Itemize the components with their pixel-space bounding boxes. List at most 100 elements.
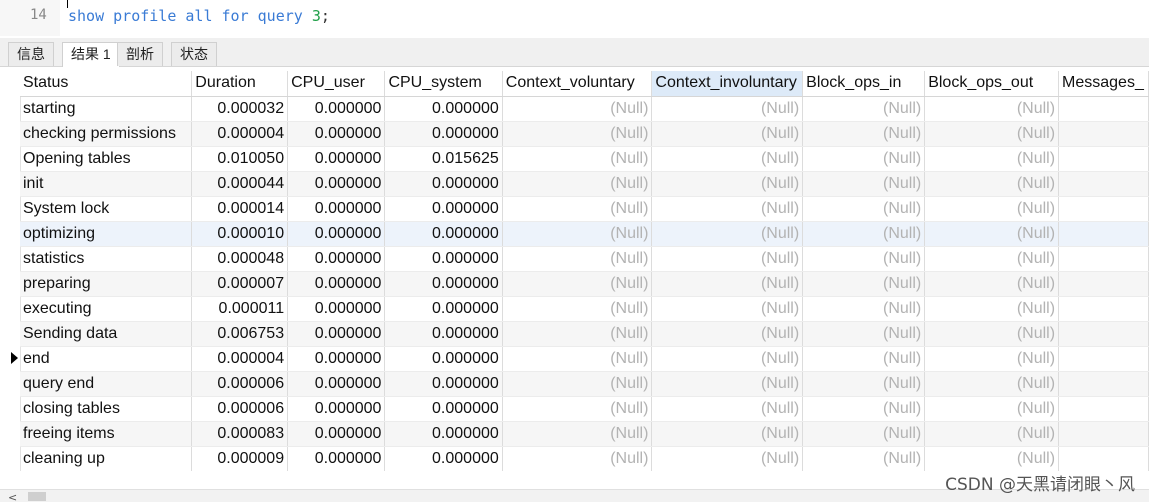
cell-block-ops-in[interactable]: (Null)	[802, 296, 926, 322]
cell-cpu-user[interactable]: 0.000000	[287, 246, 386, 272]
cell-block-ops-out[interactable]: (Null)	[924, 271, 1060, 297]
cell-cpu-user[interactable]: 0.000000	[287, 146, 386, 172]
table-row[interactable]: optimizing 0.000010 0.000000 0.000000 (Null)…	[20, 221, 1149, 247]
cell-duration[interactable]: 0.000006	[191, 371, 289, 397]
tab-status[interactable]: 状态	[171, 42, 217, 66]
cell-block-ops-in[interactable]: (Null)	[802, 221, 926, 247]
cell-block-ops-in[interactable]: (Null)	[802, 121, 926, 147]
scrollbar-thumb[interactable]	[28, 492, 46, 501]
cell-context-involuntary[interactable]: (Null)	[651, 321, 804, 347]
cell-status[interactable]: cleaning up	[20, 446, 193, 471]
cell-messages[interactable]	[1058, 396, 1149, 422]
cell-cpu-system[interactable]: 0.015625	[384, 146, 503, 172]
cell-status[interactable]: end	[20, 346, 193, 372]
cell-cpu-system[interactable]: 0.000000	[384, 171, 503, 197]
cell-block-ops-out[interactable]: (Null)	[924, 346, 1060, 372]
cell-context-involuntary[interactable]: (Null)	[651, 146, 804, 172]
cell-cpu-user[interactable]: 0.000000	[287, 271, 386, 297]
cell-context-involuntary[interactable]: (Null)	[651, 346, 804, 372]
cell-status[interactable]: init	[20, 171, 193, 197]
cell-context-voluntary[interactable]: (Null)	[502, 321, 653, 347]
cell-status[interactable]: executing	[20, 296, 193, 322]
cell-block-ops-in[interactable]: (Null)	[802, 246, 926, 272]
cell-block-ops-out[interactable]: (Null)	[924, 221, 1060, 247]
cell-block-ops-out[interactable]: (Null)	[924, 321, 1060, 347]
cell-messages[interactable]	[1058, 221, 1149, 247]
cell-cpu-user[interactable]: 0.000000	[287, 296, 386, 322]
cell-status[interactable]: optimizing	[20, 221, 193, 247]
cell-context-voluntary[interactable]: (Null)	[502, 196, 653, 222]
cell-block-ops-out[interactable]: (Null)	[924, 371, 1060, 397]
cell-block-ops-out[interactable]: (Null)	[924, 246, 1060, 272]
table-row[interactable]: statistics 0.000048 0.000000 0.000000 (Null)…	[20, 246, 1149, 272]
cell-block-ops-in[interactable]: (Null)	[802, 196, 926, 222]
table-row[interactable]: init 0.000044 0.000000 0.000000 (Null) (Null)…	[20, 171, 1149, 197]
cell-duration[interactable]: 0.000048	[191, 246, 289, 272]
cell-messages[interactable]	[1058, 371, 1149, 397]
cell-block-ops-in[interactable]: (Null)	[802, 96, 926, 122]
cell-messages[interactable]	[1058, 171, 1149, 197]
cell-cpu-user[interactable]: 0.000000	[287, 321, 386, 347]
cell-cpu-system[interactable]: 0.000000	[384, 246, 503, 272]
cell-duration[interactable]: 0.000032	[191, 96, 289, 122]
cell-messages[interactable]	[1058, 296, 1149, 322]
cell-cpu-user[interactable]: 0.000000	[287, 121, 386, 147]
cell-messages[interactable]	[1058, 271, 1149, 297]
cell-cpu-user[interactable]: 0.000000	[287, 346, 386, 372]
cell-block-ops-in[interactable]: (Null)	[802, 146, 926, 172]
table-row[interactable]: starting 0.000032 0.000000 0.000000 (Null) (N…	[20, 96, 1149, 122]
cell-context-voluntary[interactable]: (Null)	[502, 296, 653, 322]
cell-block-ops-in[interactable]: (Null)	[802, 321, 926, 347]
cell-cpu-system[interactable]: 0.000000	[384, 421, 503, 447]
cell-block-ops-out[interactable]: (Null)	[924, 296, 1060, 322]
cell-status[interactable]: Sending data	[20, 321, 193, 347]
cell-cpu-system[interactable]: 0.000000	[384, 396, 503, 422]
table-row[interactable]: end 0.000004 0.000000 0.000000 (Null) (Null)(…	[20, 346, 1149, 372]
sql-editor[interactable]: 13 14 show profile all for query 3;	[0, 0, 1149, 36]
table-row[interactable]: closing tables 0.000006 0.000000 0.000000 (N…	[20, 396, 1149, 422]
cell-block-ops-in[interactable]: (Null)	[802, 421, 926, 447]
cell-context-involuntary[interactable]: (Null)	[651, 271, 804, 297]
cell-cpu-system[interactable]: 0.000000	[384, 296, 503, 322]
column-header-context-involuntary[interactable]: Context_involuntary	[651, 71, 804, 97]
cell-block-ops-out[interactable]: (Null)	[924, 96, 1060, 122]
cell-context-involuntary[interactable]: (Null)	[651, 421, 804, 447]
cell-block-ops-out[interactable]: (Null)	[924, 171, 1060, 197]
cell-messages[interactable]	[1058, 246, 1149, 272]
cell-block-ops-in[interactable]: (Null)	[802, 446, 926, 471]
cell-cpu-system[interactable]: 0.000000	[384, 446, 503, 471]
cell-duration[interactable]: 0.000006	[191, 396, 289, 422]
cell-context-voluntary[interactable]: (Null)	[502, 371, 653, 397]
cell-context-involuntary[interactable]: (Null)	[651, 446, 804, 471]
cell-cpu-system[interactable]: 0.000000	[384, 196, 503, 222]
cell-block-ops-out[interactable]: (Null)	[924, 146, 1060, 172]
cell-cpu-user[interactable]: 0.000000	[287, 421, 386, 447]
cell-cpu-user[interactable]: 0.000000	[287, 196, 386, 222]
cell-messages[interactable]	[1058, 196, 1149, 222]
cell-block-ops-in[interactable]: (Null)	[802, 396, 926, 422]
cell-status[interactable]: starting	[20, 96, 193, 122]
column-header-cpu-user[interactable]: CPU_user	[287, 71, 386, 97]
cell-cpu-system[interactable]: 0.000000	[384, 221, 503, 247]
cell-context-involuntary[interactable]: (Null)	[651, 396, 804, 422]
cell-cpu-system[interactable]: 0.000000	[384, 321, 503, 347]
table-row[interactable]: freeing items 0.000083 0.000000 0.000000 (Nu…	[20, 421, 1149, 447]
cell-messages[interactable]	[1058, 121, 1149, 147]
cell-duration[interactable]: 0.010050	[191, 146, 289, 172]
cell-cpu-system[interactable]: 0.000000	[384, 121, 503, 147]
cell-block-ops-out[interactable]: (Null)	[924, 446, 1060, 471]
table-row[interactable]: Opening tables 0.010050 0.000000 0.015625 (N…	[20, 146, 1149, 172]
cell-block-ops-out[interactable]: (Null)	[924, 396, 1060, 422]
column-header-duration[interactable]: Duration	[191, 71, 289, 97]
cell-duration[interactable]: 0.000044	[191, 171, 289, 197]
cell-duration[interactable]: 0.000009	[191, 446, 289, 471]
cell-duration[interactable]: 0.006753	[191, 321, 289, 347]
cell-status[interactable]: System lock	[20, 196, 193, 222]
cell-duration[interactable]: 0.000010	[191, 221, 289, 247]
table-row[interactable]: executing 0.000011 0.000000 0.000000 (Null)(…	[20, 296, 1149, 322]
result-grid[interactable]: Status Duration CPU_user CPU_system Cont…	[0, 71, 1149, 471]
column-header-status[interactable]: Status	[20, 71, 193, 97]
cell-block-ops-out[interactable]: (Null)	[924, 421, 1060, 447]
tab-profile[interactable]: 剖析	[117, 42, 163, 66]
cell-context-voluntary[interactable]: (Null)	[502, 146, 653, 172]
